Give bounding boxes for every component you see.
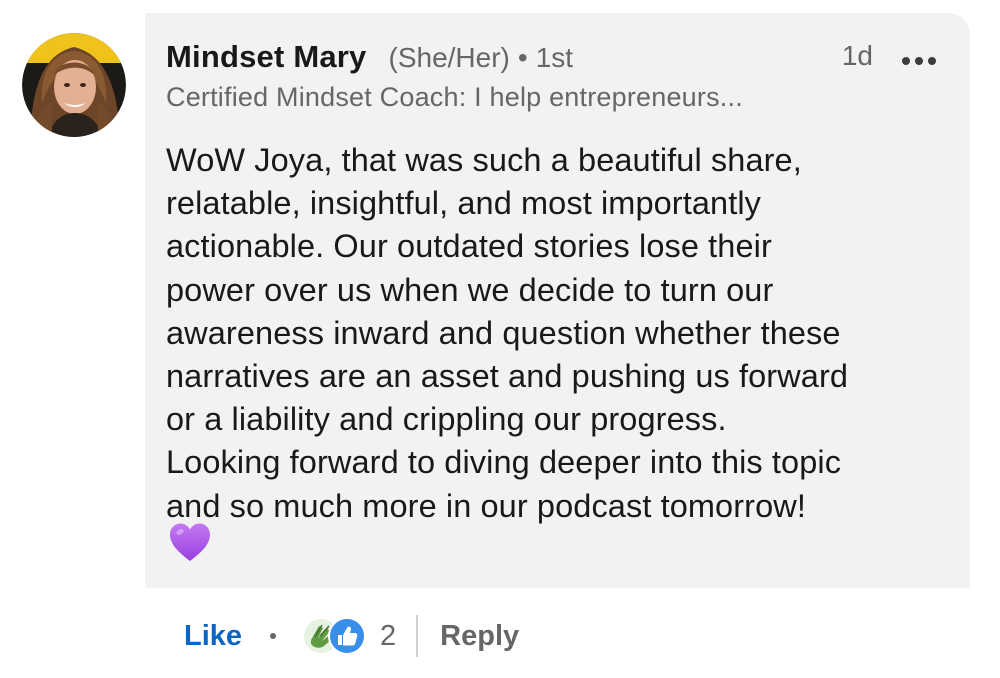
reply-button[interactable]: Reply bbox=[440, 620, 519, 653]
author-name[interactable]: Mindset Mary bbox=[166, 39, 367, 75]
author-pronouns: (She/Her) bbox=[388, 42, 510, 73]
separator-dot: • bbox=[517, 42, 528, 73]
avatar[interactable] bbox=[22, 33, 126, 137]
more-dot bbox=[902, 57, 910, 65]
thumbs-up-icon bbox=[328, 617, 367, 655]
comment-timestamp: 1d bbox=[841, 40, 873, 71]
comment-actions: Like 2 Reply bbox=[184, 610, 519, 662]
more-dot bbox=[915, 57, 923, 65]
like-button[interactable]: Like bbox=[184, 620, 242, 653]
comment: Mindset Mary (She/Her) • 1st 1d Certifie… bbox=[0, 0, 1000, 678]
action-divider bbox=[416, 615, 419, 657]
avatar-photo bbox=[22, 33, 126, 137]
author-row: Mindset Mary (She/Her) • 1st bbox=[166, 39, 946, 79]
separator-dot bbox=[270, 633, 277, 639]
reactions-summary[interactable] bbox=[302, 616, 368, 656]
more-options-icon[interactable] bbox=[902, 56, 936, 66]
comment-bubble: Mindset Mary (She/Her) • 1st 1d Certifie… bbox=[145, 13, 970, 588]
purple-heart-icon bbox=[168, 521, 212, 565]
more-dot bbox=[928, 57, 936, 65]
reaction-icons bbox=[302, 617, 367, 655]
reaction-count[interactable]: 2 bbox=[380, 620, 396, 653]
author-headline: Certified Mindset Coach: I help entrepre… bbox=[166, 82, 743, 112]
comment-body: WoW Joya, that was such a beautiful shar… bbox=[166, 142, 849, 524]
connection-degree: 1st bbox=[535, 42, 574, 73]
